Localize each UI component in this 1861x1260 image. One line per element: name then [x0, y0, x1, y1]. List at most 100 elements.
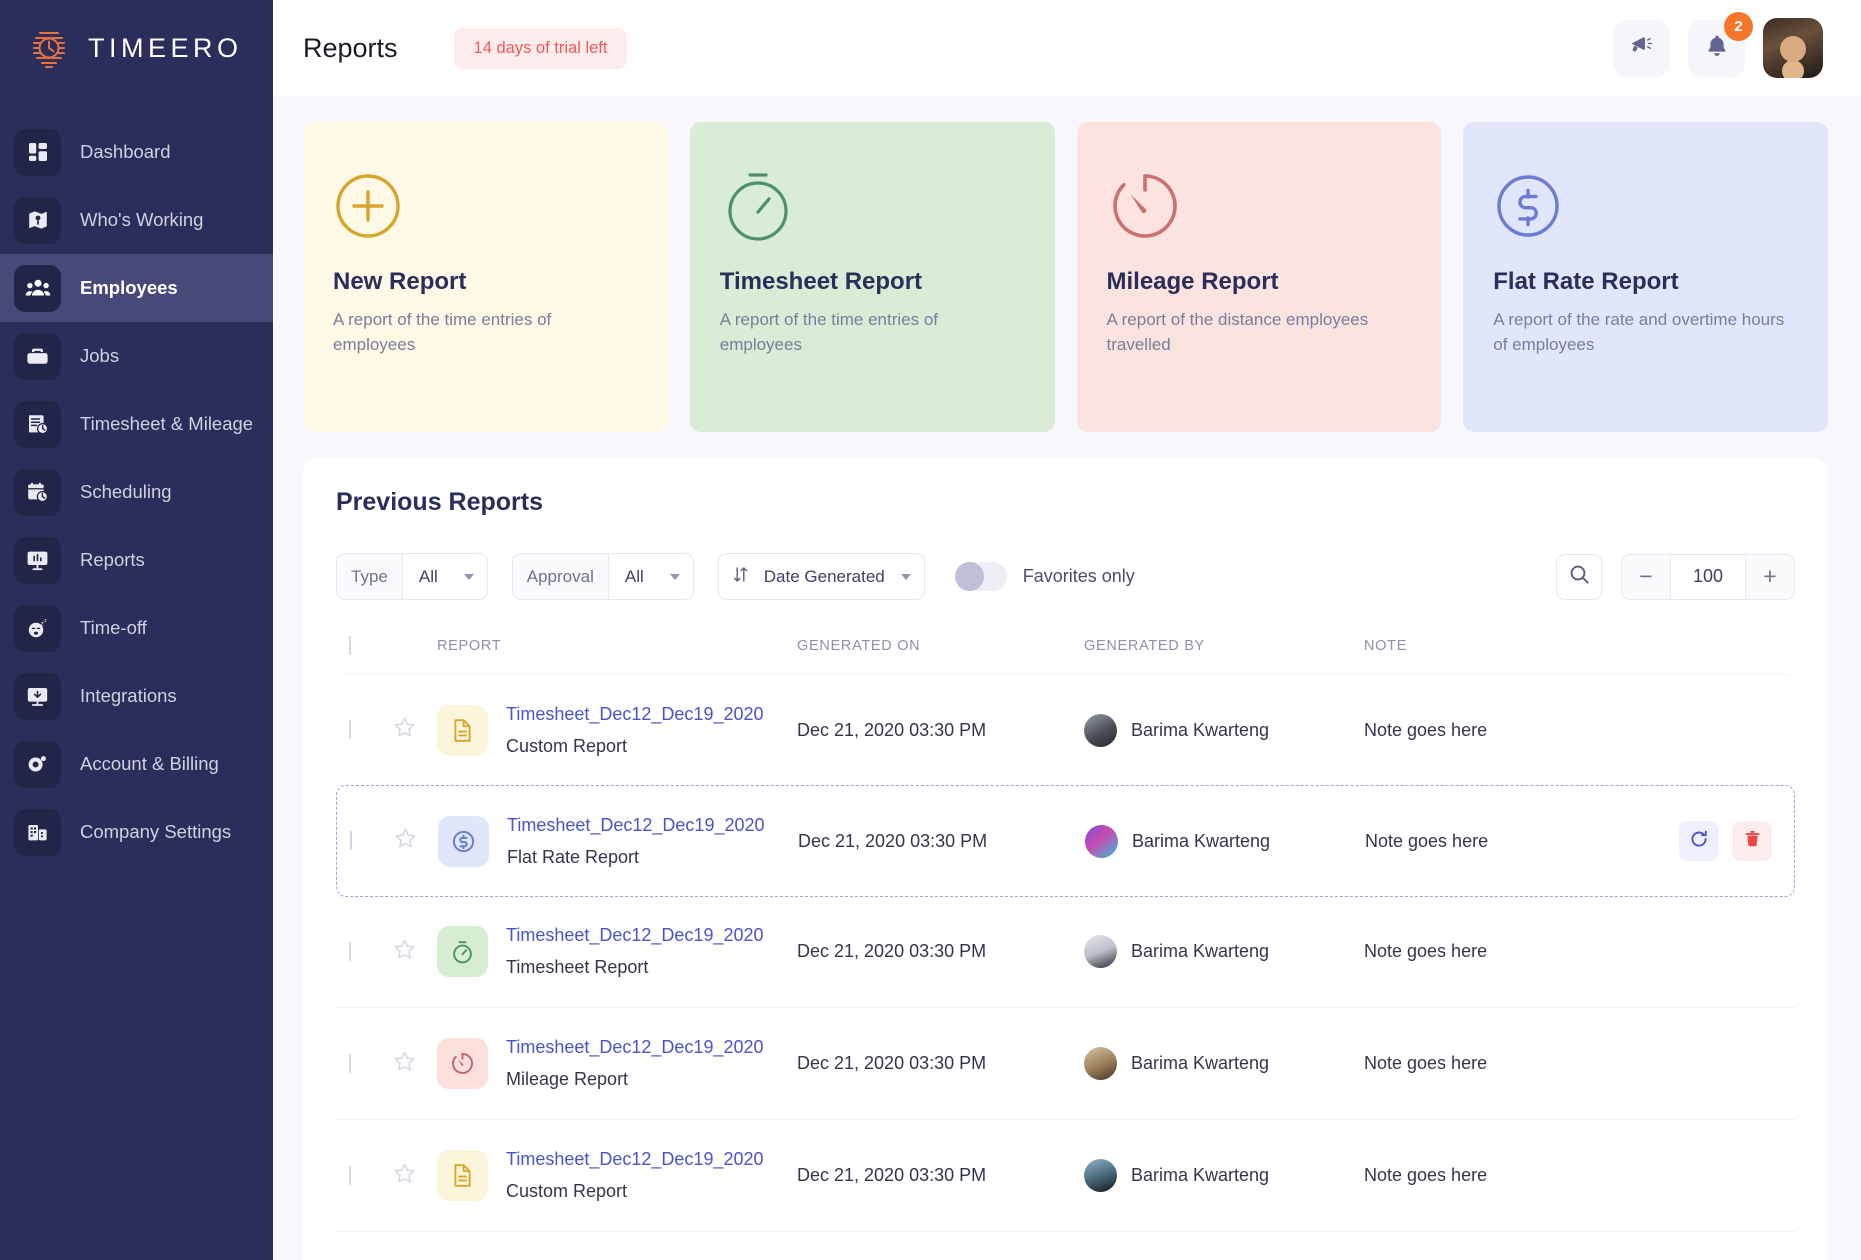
row-checkbox[interactable] [349, 1166, 351, 1185]
toggle-switch[interactable] [955, 562, 1007, 591]
sidebar-item-dashboard[interactable]: Dashboard [0, 118, 273, 186]
favorite-cell [393, 1050, 437, 1078]
search-button[interactable] [1556, 554, 1602, 600]
report-cell: Timesheet_Dec12_Dec19_2020 Timesheet Rep… [437, 925, 797, 978]
sidebar-item-timesheet-mileage[interactable]: Timesheet & Mileage [0, 390, 273, 458]
star-icon[interactable] [393, 948, 416, 965]
sidebar-item-integrations[interactable]: Integrations [0, 662, 273, 730]
stopwatch-icon [720, 158, 1025, 254]
table-row[interactable]: Timesheet_Dec12_Dec19_2020 Flat Rate Rep… [336, 785, 1795, 897]
type-filter-label: Type [337, 554, 403, 599]
table-row[interactable]: Timesheet_Dec12_Dec19_2020 Custom Report… [336, 674, 1795, 786]
notifications-button[interactable]: 2 [1688, 20, 1745, 77]
favorites-only-label: Favorites only [1023, 566, 1135, 587]
panel-title: Previous Reports [336, 488, 1795, 517]
report-name-link[interactable]: Timesheet_Dec12_Dec19_2020 [506, 704, 764, 725]
refresh-button[interactable] [1679, 821, 1719, 861]
row-checkbox[interactable] [350, 831, 352, 850]
sidebar-item-reports[interactable]: Reports [0, 526, 273, 594]
sidebar-item-label: Account & Billing [80, 753, 219, 775]
card-desc: A report of the distance employees trave… [1107, 308, 1412, 357]
calendar-clock-icon [14, 469, 61, 516]
search-icon [1569, 564, 1590, 590]
brand[interactable]: TIMEERO [0, 0, 273, 96]
row-checkbox[interactable] [349, 720, 351, 739]
announcements-button[interactable] [1613, 20, 1670, 77]
select-all-checkbox-cell [349, 637, 393, 655]
type-filter[interactable]: Type All [336, 553, 488, 600]
sidebar-item-label: Jobs [80, 345, 119, 367]
sort-filter-label: Date Generated [764, 567, 885, 587]
card-title: Flat Rate Report [1493, 268, 1798, 296]
card-desc: A report of the time entries of employee… [720, 308, 1025, 357]
star-icon[interactable] [394, 837, 417, 854]
report-text: Timesheet_Dec12_Dec19_2020 Custom Report [506, 1149, 764, 1202]
filter-bar: Type All Approval All [336, 553, 1795, 600]
favorites-only-toggle[interactable]: Favorites only [955, 562, 1135, 591]
card-timesheet-report[interactable]: Timesheet Report A report of the time en… [690, 122, 1055, 432]
stepper-value[interactable]: 100 [1670, 555, 1746, 599]
sidebar-item-scheduling[interactable]: Scheduling [0, 458, 273, 526]
card-flat-rate-report[interactable]: Flat Rate Report A report of the rate an… [1463, 122, 1828, 432]
column-header-note[interactable]: NOTE [1364, 638, 1795, 654]
card-title: Timesheet Report [720, 268, 1025, 296]
type-filter-value: All [419, 567, 438, 587]
sidebar-item-account-billing[interactable]: Account & Billing [0, 730, 273, 798]
column-header-generated-on[interactable]: GENERATED ON [797, 638, 1084, 654]
presentation-chart-icon [14, 537, 61, 584]
generated-on-cell: Dec 21, 2020 03:30 PM [797, 720, 1084, 741]
stepper-increment-button[interactable]: + [1746, 555, 1794, 599]
table-row[interactable]: Timesheet_Dec12_Dec19_2020 Mileage Repor… [336, 1008, 1795, 1120]
avatar [1084, 1047, 1117, 1080]
sort-filter-value-wrap[interactable]: Date Generated [719, 554, 924, 599]
report-text: Timesheet_Dec12_Dec19_2020 Custom Report [506, 704, 764, 757]
sidebar-item-label: Dashboard [80, 141, 171, 163]
sidebar-item-whos-working[interactable]: Who's Working [0, 186, 273, 254]
report-name-link[interactable]: Timesheet_Dec12_Dec19_2020 [506, 1149, 764, 1170]
report-name-link[interactable]: Timesheet_Dec12_Dec19_2020 [506, 1037, 764, 1058]
column-header-report[interactable]: REPORT [437, 638, 797, 654]
avatar[interactable] [1763, 18, 1823, 78]
report-name-link[interactable]: Timesheet_Dec12_Dec19_2020 [507, 815, 765, 836]
megaphone-icon [1628, 32, 1655, 64]
report-type: Custom Report [506, 736, 764, 757]
card-new-report[interactable]: New Report A report of the time entries … [303, 122, 668, 432]
approval-filter[interactable]: Approval All [512, 553, 694, 600]
plus-circle-icon [333, 158, 638, 254]
star-icon[interactable] [393, 1060, 416, 1077]
card-mileage-report[interactable]: Mileage Report A report of the distance … [1077, 122, 1442, 432]
report-text: Timesheet_Dec12_Dec19_2020 Timesheet Rep… [506, 925, 764, 978]
approval-filter-value: All [625, 567, 644, 587]
stepper-decrement-button[interactable]: − [1622, 555, 1670, 599]
row-checkbox-cell [349, 1167, 393, 1185]
sort-filter[interactable]: Date Generated [718, 553, 925, 600]
bell-icon [1704, 33, 1730, 64]
type-filter-value-wrap[interactable]: All [403, 554, 487, 599]
approval-filter-value-wrap[interactable]: All [609, 554, 693, 599]
report-name-link[interactable]: Timesheet_Dec12_Dec19_2020 [506, 925, 764, 946]
row-checkbox[interactable] [349, 1054, 351, 1073]
sidebar-item-label: Integrations [80, 685, 177, 707]
page-title: Reports [303, 33, 398, 64]
star-icon[interactable] [393, 726, 416, 743]
notification-badge: 2 [1724, 12, 1753, 41]
delete-button[interactable] [1732, 821, 1772, 861]
chevron-down-icon [670, 574, 680, 580]
report-text: Timesheet_Dec12_Dec19_2020 Flat Rate Rep… [507, 815, 765, 868]
row-actions [1679, 821, 1772, 861]
sidebar-item-time-off[interactable]: z z Time-off [0, 594, 273, 662]
sidebar-item-employees[interactable]: Employees [0, 254, 273, 322]
card-desc: A report of the time entries of employee… [333, 308, 638, 357]
note-cell: Note goes here [1364, 720, 1795, 741]
sidebar-item-jobs[interactable]: Jobs [0, 322, 273, 390]
star-icon[interactable] [393, 1172, 416, 1189]
table-row[interactable]: Timesheet_Dec12_Dec19_2020 Custom Report… [336, 1120, 1795, 1232]
sidebar-item-company-settings[interactable]: Company Settings [0, 798, 273, 866]
chevron-down-icon [901, 574, 911, 580]
table-row[interactable]: Timesheet_Dec12_Dec19_2020 Timesheet Rep… [336, 896, 1795, 1008]
column-header-generated-by[interactable]: GENERATED BY [1084, 638, 1364, 654]
filter-bar-right: − 100 + [1556, 554, 1795, 600]
favorite-cell [394, 827, 438, 855]
row-checkbox[interactable] [349, 942, 351, 961]
select-all-checkbox[interactable] [349, 636, 351, 655]
